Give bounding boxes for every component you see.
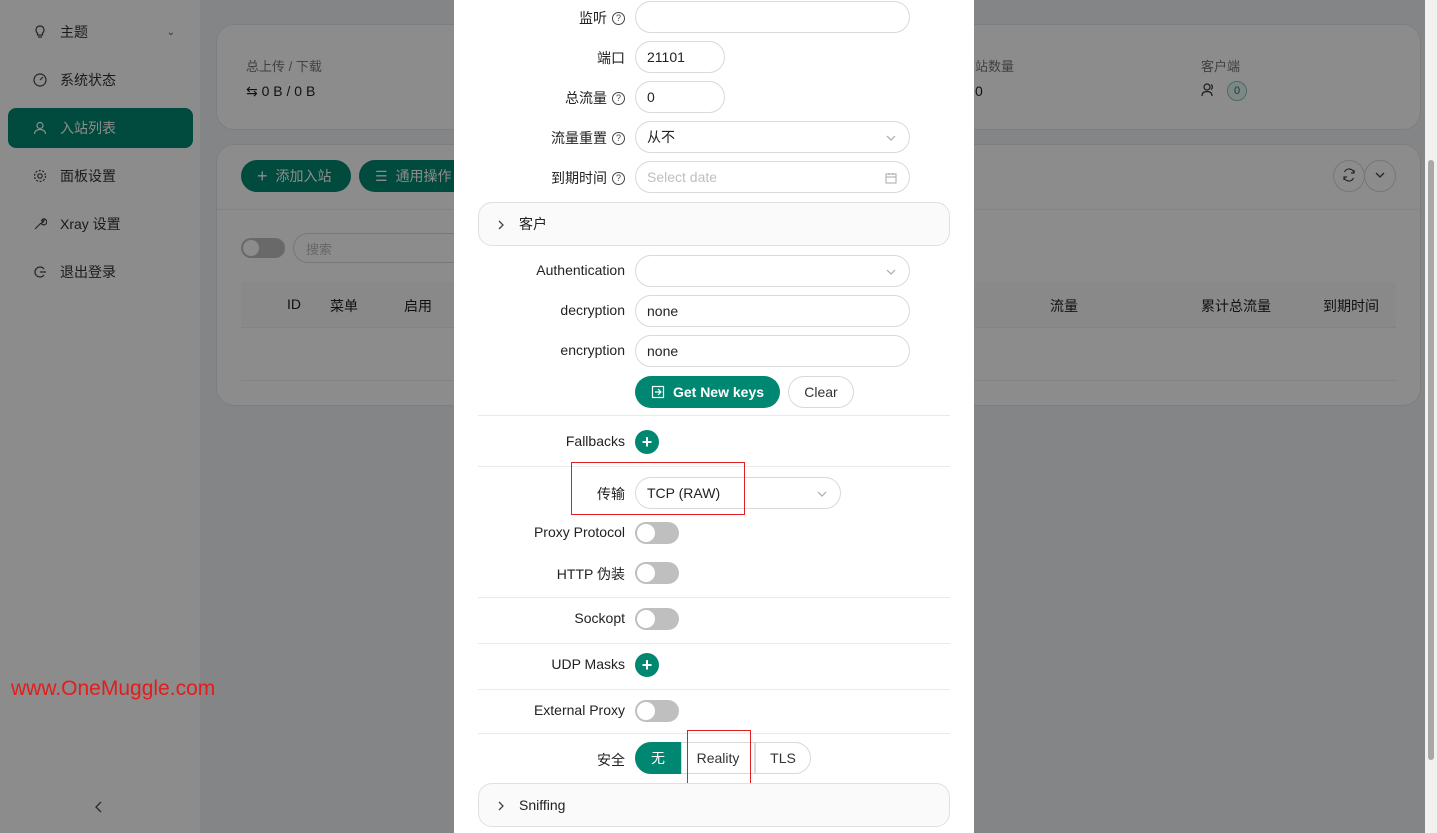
sniffing-panel[interactable]: Sniffing xyxy=(478,783,950,827)
decryption-label: decryption xyxy=(560,302,625,318)
port-label: 端口 xyxy=(597,50,625,66)
question-icon: ? xyxy=(612,91,625,105)
scrollbar[interactable] xyxy=(1425,0,1437,833)
divider xyxy=(478,597,950,598)
question-icon: ? xyxy=(612,11,625,25)
fallbacks-label: Fallbacks xyxy=(565,433,625,449)
port-input[interactable]: 21101 xyxy=(635,41,725,73)
security-option-none[interactable]: 无 xyxy=(635,742,681,774)
divider xyxy=(478,415,950,416)
import-icon xyxy=(651,385,665,399)
encryption-input[interactable]: none xyxy=(635,335,910,367)
chevron-down-icon xyxy=(885,131,897,143)
add-udp-mask-button[interactable]: + xyxy=(635,653,659,677)
external-proxy-switch[interactable] xyxy=(635,700,679,722)
encryption-label: encryption xyxy=(560,342,625,358)
divider xyxy=(478,643,950,644)
calendar-icon xyxy=(885,171,897,184)
listen-label: 监听? xyxy=(579,8,625,28)
total-traffic-input[interactable]: 0 xyxy=(635,81,725,113)
udp-masks-label: UDP Masks xyxy=(551,656,625,672)
sockopt-label: Sockopt xyxy=(574,610,625,626)
chevron-down-icon xyxy=(885,265,897,277)
http-camouflage-label: HTTP 伪装 xyxy=(556,566,625,582)
expiry-date-picker[interactable]: Select date xyxy=(635,161,910,193)
highlight-box-transport xyxy=(571,462,745,515)
inbound-modal: 监听? 端口 21101 总流量? 0 流量重置? 从不 到期时间? Selec… xyxy=(454,0,974,833)
security-option-tls[interactable]: TLS xyxy=(755,742,811,774)
total-traffic-label: 总流量? xyxy=(565,88,625,108)
proxy-protocol-label: Proxy Protocol xyxy=(533,524,625,540)
authentication-label: Authentication xyxy=(536,262,625,278)
question-icon: ? xyxy=(612,171,625,185)
expiry-label: 到期时间? xyxy=(551,168,625,188)
external-proxy-label: External Proxy xyxy=(533,702,625,718)
sockopt-switch[interactable] xyxy=(635,608,679,630)
get-new-keys-button[interactable]: Get New keys xyxy=(635,376,780,408)
decryption-input[interactable]: none xyxy=(635,295,910,327)
http-camouflage-switch[interactable] xyxy=(635,562,679,584)
divider xyxy=(478,689,950,690)
authentication-select[interactable] xyxy=(635,255,910,287)
plus-icon: + xyxy=(641,432,653,452)
highlight-box-reality xyxy=(687,730,751,785)
proxy-protocol-switch[interactable] xyxy=(635,522,679,544)
add-fallback-button[interactable]: + xyxy=(635,430,659,454)
clear-button[interactable]: Clear xyxy=(788,376,854,408)
chevron-down-icon xyxy=(816,487,828,499)
security-label: 安全 xyxy=(597,752,625,768)
traffic-reset-select[interactable]: 从不 xyxy=(635,121,910,153)
chevron-right-icon xyxy=(495,218,507,230)
clients-panel[interactable]: 客户 xyxy=(478,202,950,246)
watermark-text: www.OneMuggle.com xyxy=(11,677,216,700)
listen-input[interactable] xyxy=(635,1,910,33)
plus-icon: + xyxy=(641,655,653,675)
question-icon: ? xyxy=(612,131,625,145)
chevron-right-icon xyxy=(495,799,507,811)
traffic-reset-label: 流量重置? xyxy=(551,128,625,148)
scrollbar-thumb[interactable] xyxy=(1428,160,1434,760)
